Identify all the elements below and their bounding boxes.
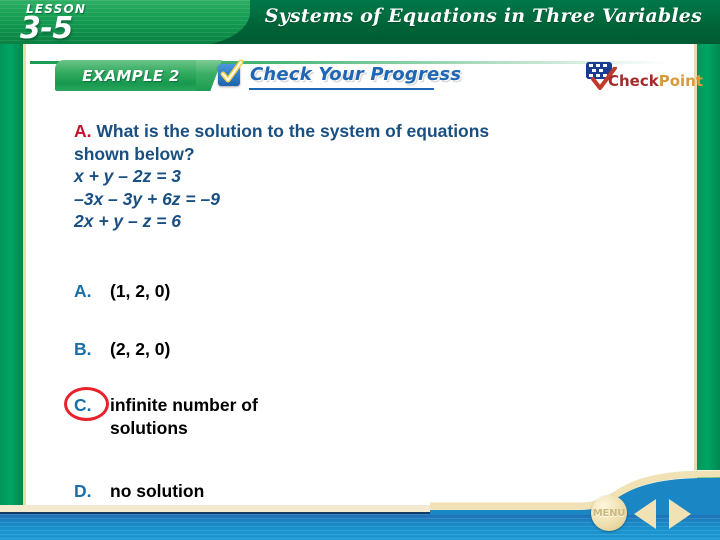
question-prompt-line-1: A. What is the solution to the system of… [74, 120, 674, 143]
example-tab-label: EXAMPLE 2 [82, 66, 180, 85]
correct-answer-highlight-ring [64, 387, 109, 421]
answer-choice-a-label: A. [74, 281, 92, 301]
answer-choice-d-text: no solution [110, 481, 205, 501]
checkbox-check-icon [218, 59, 244, 86]
previous-arrow-icon[interactable] [634, 499, 656, 529]
answer-choice-c-text: infinite number of solutions [110, 395, 258, 438]
content-panel [26, 44, 694, 512]
left-green-rail [0, 44, 23, 512]
checkpoint-logo: CheckPoint [586, 62, 703, 96]
checkpoint-wordmark: CheckPoint [608, 72, 703, 90]
equation-2: –3x – 3y + 6z = –9 [74, 188, 220, 209]
question-prompt-line-2: shown below? [74, 143, 195, 164]
answer-choice-b-label: B. [74, 339, 92, 359]
checkpoint-check-word: Check [608, 72, 659, 90]
next-arrow-icon[interactable] [669, 499, 691, 529]
checkpoint-point-word: Point [658, 72, 704, 90]
answer-choice-b-text: (2, 2, 0) [110, 339, 171, 359]
menu-button[interactable]: MENU [591, 495, 627, 531]
question-prompt-text-1: What is the solution to the system of eq… [91, 121, 490, 141]
check-your-progress-underline [249, 88, 434, 90]
answer-choice-d[interactable]: D. no solution [74, 480, 204, 503]
question-marker: A. [74, 121, 92, 141]
answer-choice-d-label: D. [74, 481, 92, 501]
equation-1: x + y – 2z = 3 [74, 166, 182, 186]
question-block: A. What is the solution to the system of… [74, 120, 674, 233]
right-gold-divider [694, 44, 697, 512]
menu-button-label: MENU [592, 507, 626, 519]
answer-choice-b[interactable]: B. (2, 2, 0) [74, 338, 170, 361]
right-green-rail [697, 44, 720, 512]
answer-choice-a-text: (1, 2, 0) [110, 281, 171, 301]
example-tab[interactable]: EXAMPLE 2 [55, 60, 207, 91]
lesson-number-label: 3-5 [20, 11, 73, 46]
equation-3: 2x + y – z = 6 [74, 211, 182, 231]
answer-choice-a[interactable]: A. (1, 2, 0) [74, 280, 170, 303]
slide: Systems of Equations in Three Variables … [0, 0, 720, 540]
page-title: Systems of Equations in Three Variables [264, 5, 702, 27]
check-your-progress-label: Check Your Progress [250, 64, 462, 85]
